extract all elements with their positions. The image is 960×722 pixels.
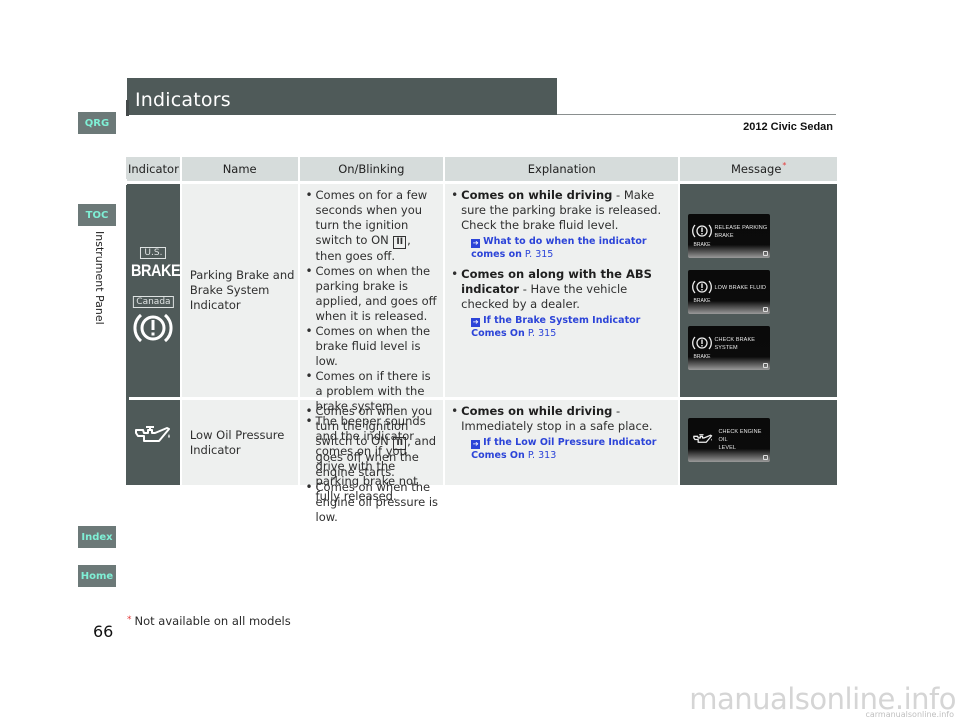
info-icon <box>763 363 769 368</box>
message-line: SYSTEM <box>714 345 738 351</box>
header-name: Name <box>181 157 298 181</box>
asterisk: * <box>127 615 132 625</box>
message-line: LOW BRAKE FLUID <box>714 285 767 291</box>
explanation-item: Comes on along with the ABS indicator - … <box>451 267 674 340</box>
brake-warning-icon: BRAKE <box>692 224 713 248</box>
message-text: RELEASE PARKING BRAKE <box>714 224 767 240</box>
reference-link[interactable]: ➔ If the Brake System Indicator Comes On … <box>461 314 674 340</box>
brake-warning-icon <box>133 310 173 350</box>
indicator-name: Low Oil Pressure Indicator <box>189 428 285 457</box>
section-label: Instrument Panel <box>93 231 106 325</box>
message-line: BRAKE <box>714 233 734 239</box>
on-blinking-cell: Comes on for a few seconds when you turn… <box>299 184 444 503</box>
indicators-table: Indicator Name On/Blinking Explanation M… <box>127 157 837 524</box>
footnote: * Not available on all models <box>127 614 291 628</box>
table-row: Low Oil Pressure Indicator Comes on when… <box>127 400 837 524</box>
message-text: LOW BRAKE FLUID <box>714 284 766 292</box>
message-line: CHECK BRAKE <box>714 337 755 343</box>
indicator-name: Parking Brake and Brake System Indicator <box>189 268 295 312</box>
header-message: Message * <box>680 157 837 181</box>
oil-can-icon <box>133 422 173 452</box>
header-label: Name <box>222 162 257 176</box>
explanation-condition: Comes on while driving <box>461 188 613 202</box>
reference-page[interactable]: P. 315 <box>525 249 553 260</box>
message-line: LEVEL <box>718 445 737 451</box>
us-label: U.S. <box>140 247 167 259</box>
arrow-icon: ➔ <box>471 239 481 248</box>
indicator-cell: U.S. BRAKE Canada <box>127 184 181 397</box>
home-button[interactable]: Home <box>78 565 116 587</box>
name-cell: Low Oil Pressure Indicator <box>181 400 298 485</box>
header-on-blinking: On/Blinking <box>299 157 444 181</box>
message-display-image: BRAKE CHECK BRAKE SYSTEM <box>688 326 771 370</box>
watermark-small[interactable]: carmanualsonline.info <box>865 710 954 719</box>
reference-link[interactable]: ➔ If the Low Oil Pressure Indicator Comes… <box>461 436 674 462</box>
brake-text-icon: BRAKE <box>130 261 181 280</box>
page-number: 66 <box>93 622 114 641</box>
header-explanation: Explanation <box>445 157 679 181</box>
page-title: Indicators <box>135 89 231 111</box>
index-button[interactable]: Index <box>78 526 116 548</box>
title-bar: Indicators <box>127 78 557 115</box>
qrg-button[interactable]: QRG <box>78 112 116 134</box>
message-display-image: BRAKE RELEASE PARKING BRAKE <box>688 214 771 258</box>
message-display-image: BRAKE LOW BRAKE FLUID <box>688 270 771 314</box>
list-item: Comes on when you turn the ignition swit… <box>306 404 440 480</box>
canada-label: Canada <box>133 296 174 308</box>
brake-warning-icon: BRAKE <box>692 336 713 360</box>
explanation-item: Comes on while driving - Immediately sto… <box>451 404 674 462</box>
explanation-cell: Comes on while driving - Make sure the p… <box>445 184 679 397</box>
list-item: Comes on when the parking brake is appli… <box>306 264 440 324</box>
header-label: Explanation <box>527 162 596 176</box>
reference-page[interactable]: P. 315 <box>528 328 556 339</box>
svg-text:BRAKE: BRAKE <box>694 242 712 248</box>
asterisk: * <box>782 160 787 170</box>
table-header: Indicator Name On/Blinking Explanation M… <box>127 157 837 181</box>
message-text: CHECK ENGINE OIL LEVEL <box>718 428 770 452</box>
list-item: Comes on for a few seconds when you turn… <box>306 188 440 264</box>
info-icon <box>763 307 769 312</box>
brake-warning-icon: BRAKE <box>692 280 713 304</box>
list-item: Comes on when the brake fluid level is l… <box>306 324 440 369</box>
info-icon <box>763 455 769 460</box>
ignition-position-icon: II <box>393 437 407 450</box>
toc-button[interactable]: TOC <box>78 204 116 226</box>
list-item: Comes on when the engine oil pressure is… <box>306 480 440 525</box>
header-label: On/Blinking <box>338 162 405 176</box>
svg-text:BRAKE: BRAKE <box>694 298 712 304</box>
explanation-cell: Comes on while driving - Immediately sto… <box>445 400 679 485</box>
message-display-image: CHECK ENGINE OIL LEVEL <box>688 418 771 462</box>
info-icon <box>763 251 769 256</box>
arrow-icon: ➔ <box>471 318 481 327</box>
message-line: CHECK ENGINE OIL <box>718 429 762 443</box>
message-text: CHECK BRAKE SYSTEM <box>714 336 755 352</box>
header-label: Message <box>731 162 782 176</box>
header-indicator: Indicator <box>127 157 180 181</box>
reference-title[interactable]: What to do when the indicator comes on <box>471 236 647 260</box>
name-cell: Parking Brake and Brake System Indicator <box>181 184 298 397</box>
svg-text:BRAKE: BRAKE <box>694 354 712 360</box>
indicator-cell <box>127 400 180 485</box>
message-line: RELEASE PARKING <box>714 225 768 231</box>
message-cell: BRAKE RELEASE PARKING BRAKE BRAKE LOW BRA… <box>680 184 837 397</box>
footnote-text: Not available on all models <box>134 614 291 628</box>
explanation-item: Comes on while driving - Make sure the p… <box>451 188 674 261</box>
on-blinking-cell: Comes on when you turn the ignition swit… <box>299 400 444 524</box>
reference-link[interactable]: ➔ What to do when the indicator comes on … <box>461 235 674 261</box>
reference-page[interactable]: P. 313 <box>528 450 556 461</box>
reference-title[interactable]: If the Low Oil Pressure Indicator Comes … <box>471 437 656 461</box>
model-name: 2012 Civic Sedan <box>743 121 833 133</box>
title-rule <box>557 114 836 115</box>
arrow-icon: ➔ <box>471 440 481 449</box>
explanation-condition: Comes on while driving <box>461 404 613 418</box>
table-row: U.S. BRAKE Canada Parking Brake and Brak… <box>127 184 837 503</box>
header-label: Indicator <box>128 162 179 176</box>
side-bar-segment <box>126 100 129 116</box>
ignition-position-icon: II <box>393 236 407 249</box>
oil-can-icon <box>693 434 713 443</box>
message-cell: CHECK ENGINE OIL LEVEL <box>680 400 837 485</box>
